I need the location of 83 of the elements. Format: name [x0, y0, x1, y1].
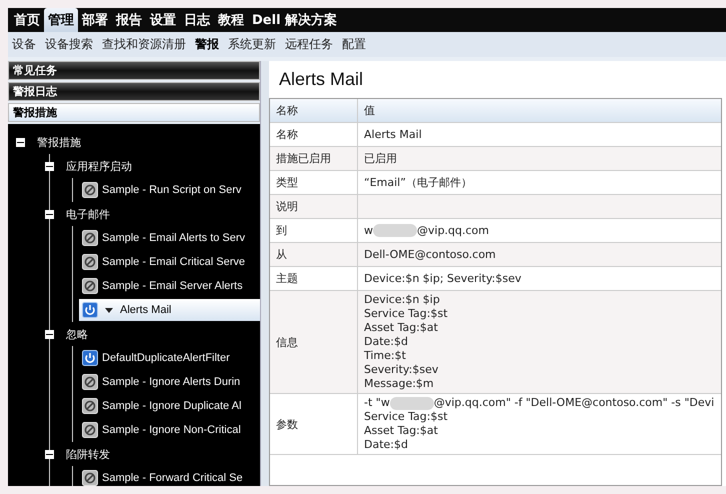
tree-row[interactable]: Sample - Ignore Non-Critical: [79, 419, 244, 441]
collapse-icon[interactable]: [45, 450, 54, 458]
tree-item[interactable]: Sample - Run Script on Serv: [102, 184, 242, 196]
nav-tab[interactable]: 日志: [180, 8, 214, 32]
subnav-link[interactable]: 配置: [338, 36, 370, 53]
tree-item[interactable]: DefaultDuplicateAlertFilter: [102, 352, 230, 364]
collapse-icon[interactable]: [16, 138, 25, 146]
table-cell: 信息: [270, 291, 358, 393]
tree-node[interactable]: 应用程序启动: [66, 158, 132, 174]
collapse-icon[interactable]: [45, 210, 54, 218]
cell-text: Alerts Mail: [364, 128, 422, 142]
cell-text: Service Tag:$st: [364, 410, 448, 424]
tree-row[interactable]: DefaultDuplicateAlertFilter: [79, 347, 233, 369]
cell-text: @vip.qq.com: [417, 224, 489, 238]
subnav-link[interactable]: 设备搜索: [41, 36, 97, 53]
subnav-link[interactable]: 远程任务: [281, 36, 337, 53]
table-cell: 说明: [270, 195, 358, 218]
nav-tab[interactable]: 首页: [10, 8, 44, 32]
tree-item[interactable]: Sample - Ignore Non-Critical: [102, 424, 241, 436]
tree-row[interactable]: Sample - Ignore Alerts Durin: [79, 371, 244, 393]
cell-text: Device:$n $ip; Severity:$sev: [364, 272, 522, 286]
splitter-handle[interactable]: [260, 61, 269, 486]
cell-text: Message:$m: [364, 377, 434, 391]
tree-node[interactable]: 警报措施: [37, 134, 81, 150]
nav-tab[interactable]: 报告: [112, 8, 146, 32]
cell-text: “Email”（电子邮件）: [364, 176, 472, 190]
tree-row[interactable]: Sample - Email Alerts to Serv: [79, 227, 248, 249]
tree-item[interactable]: Sample - Email Alerts to Serv: [102, 232, 246, 244]
tree-row[interactable]: Sample - Run Script on Serv: [79, 179, 244, 201]
sidebar-section-header[interactable]: 警报日志: [8, 82, 260, 101]
table-cell: 参数: [270, 394, 358, 454]
cell-text: Asset Tag:$at: [364, 321, 438, 335]
tree-node[interactable]: 电子邮件: [66, 206, 110, 222]
tree-row[interactable]: Sample - Ignore Duplicate Al: [79, 395, 244, 417]
subnav-link[interactable]: 系统更新: [224, 36, 280, 53]
nav-tab[interactable]: 部署: [78, 8, 112, 32]
cell-text: Date:$d: [364, 335, 408, 349]
cell-text: w: [364, 224, 373, 238]
tree-item[interactable]: Sample - Email Critical Serve: [102, 256, 246, 268]
tree-item[interactable]: Sample - Ignore Alerts Durin: [102, 376, 240, 388]
table-cell: 到: [270, 219, 358, 242]
nav-tab[interactable]: 教程: [214, 8, 248, 32]
nav-tab[interactable]: 管理: [44, 8, 78, 32]
tree-item[interactable]: Sample - Forward Critical Se: [102, 472, 243, 484]
sidebar-section-header[interactable]: 常见任务: [8, 61, 260, 80]
tree-node[interactable]: 忽略: [66, 326, 88, 342]
tree-node[interactable]: 陷阱转发: [66, 446, 110, 462]
subnav-link[interactable]: 警报: [191, 36, 223, 53]
nav-tab[interactable]: Dell 解决方案: [248, 8, 342, 32]
tree-row[interactable]: Sample - Forward Critical Se: [79, 467, 246, 486]
cell-text: Time:$t: [364, 349, 406, 363]
cell-text: @vip.qq.com" -f "Dell-OME@contoso.com" -s "Devi: [434, 396, 714, 410]
cell-text: Severity:$sev: [364, 363, 438, 377]
sidebar-section-header[interactable]: 警报措施: [8, 103, 260, 122]
column-header[interactable]: 名称: [270, 99, 358, 122]
tree-item[interactable]: Alerts Mail: [120, 304, 172, 316]
selected-tree-row[interactable]: Alerts Mail: [79, 299, 260, 321]
table-cell: 类型: [270, 171, 358, 194]
cell-text: Service Tag:$st: [364, 307, 448, 321]
collapse-icon[interactable]: [45, 162, 54, 170]
table-cell: 主题: [270, 267, 358, 290]
subnav-link[interactable]: 设备: [8, 36, 40, 53]
redaction-blur: [373, 224, 417, 237]
cell-text: Dell-OME@contoso.com: [364, 248, 496, 262]
cell-text: -t "w: [364, 396, 390, 410]
collapse-icon[interactable]: [45, 330, 54, 338]
table-cell: 名称: [270, 123, 358, 146]
page-title: Alerts Mail: [278, 68, 364, 91]
table-cell: 从: [270, 243, 358, 266]
cell-text: Device:$n $ip: [364, 293, 440, 307]
column-header[interactable]: 值: [358, 99, 381, 122]
subnav-link[interactable]: 查找和资源清册: [98, 36, 190, 53]
nav-tab[interactable]: 设置: [146, 8, 180, 32]
table-cell: 措施已启用: [270, 147, 358, 170]
redaction-blur: [390, 396, 434, 410]
cell-text: 已启用: [364, 152, 397, 166]
tree-item[interactable]: Sample - Email Server Alerts: [102, 280, 243, 292]
tree-row[interactable]: Sample - Email Server Alerts: [79, 275, 246, 297]
caret-icon[interactable]: [105, 308, 113, 312]
tree-item[interactable]: Sample - Ignore Duplicate Al: [102, 400, 242, 412]
cell-text: Date:$d: [364, 438, 408, 452]
cell-text: Asset Tag:$at: [364, 424, 438, 438]
tree-row[interactable]: Sample - Email Critical Serve: [79, 251, 248, 273]
